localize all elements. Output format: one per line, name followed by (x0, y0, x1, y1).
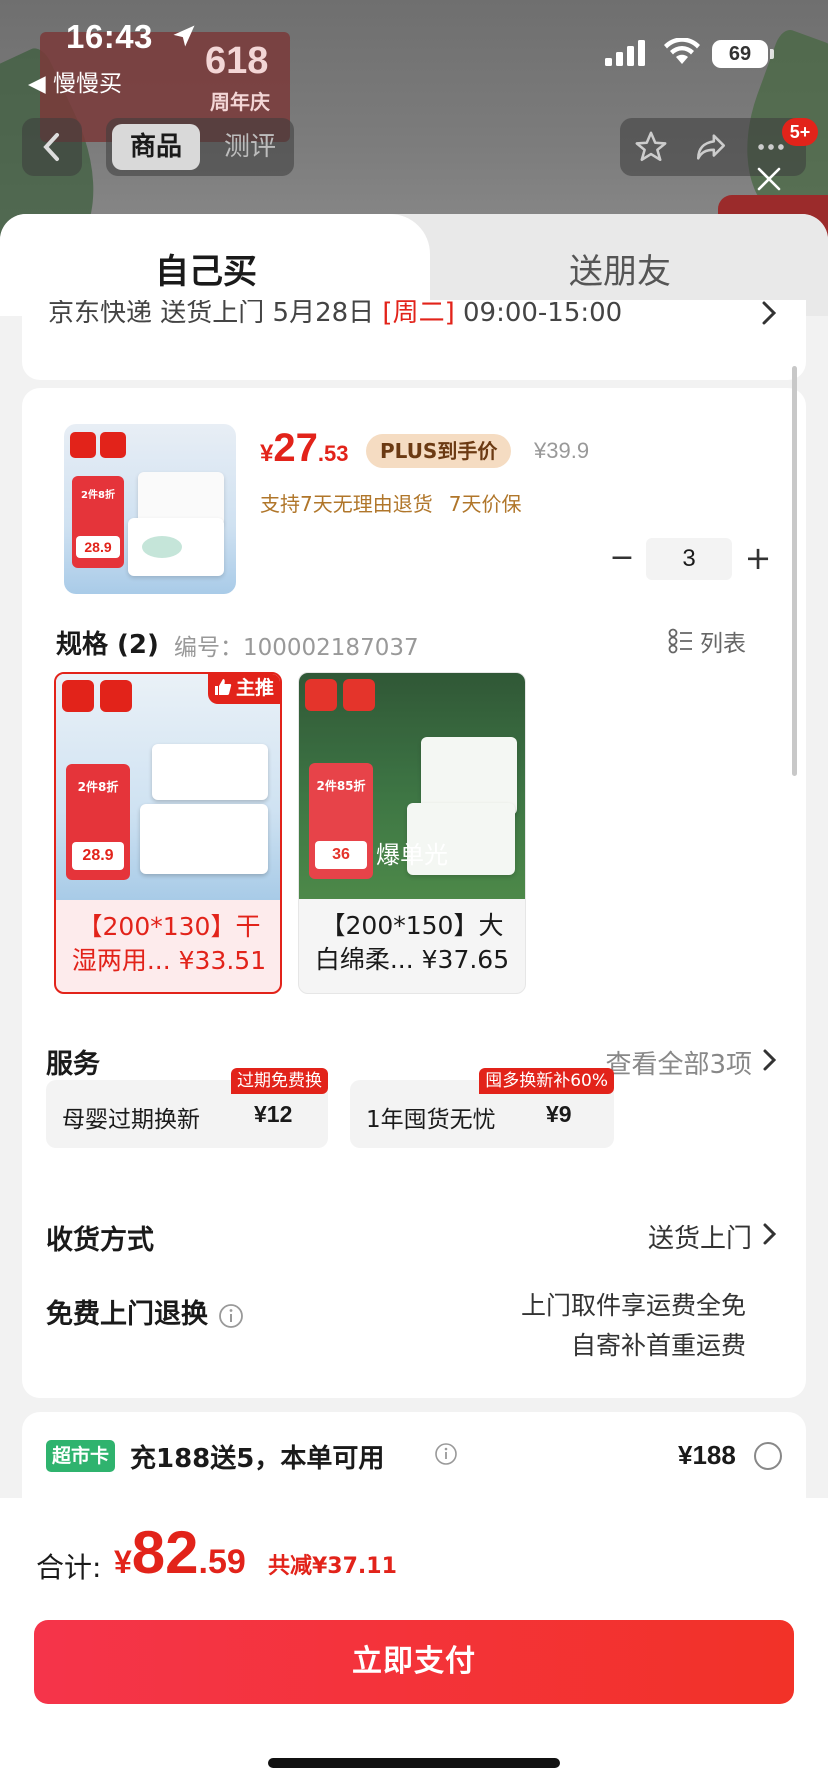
total-price: ¥82.59 (114, 1519, 246, 1586)
delivery-info-row[interactable]: 京东快递 送货上门 5月28日 [周二] 09:00-15:00 (22, 300, 806, 380)
wifi-icon (664, 38, 700, 64)
618-logo-icon (100, 432, 126, 458)
total-label: 合计: (36, 1551, 102, 1584)
brand-logo-icon (62, 680, 94, 712)
sku-soldout-label: 爆单光 (376, 841, 448, 869)
share-icon[interactable] (694, 130, 728, 164)
back-to-app-link[interactable]: ◀ 慢慢买 (28, 64, 122, 98)
promo-price: 28.9 (76, 536, 120, 558)
free-return-line-1: 上门取件享运费全免 (520, 1291, 746, 1320)
list-view-label: 列表 (700, 631, 746, 657)
quantity-input[interactable]: 3 (646, 538, 732, 580)
chevron-right-icon[interactable] (762, 1222, 778, 1246)
plus-price-tag: PLUS到手价 (366, 434, 512, 468)
brand-logo-icon (70, 432, 96, 458)
scrollbar[interactable] (792, 366, 797, 776)
location-arrow-icon (173, 25, 195, 47)
quantity-stepper: − 3 + (602, 538, 792, 580)
list-view-toggle[interactable]: 列表 (668, 624, 746, 657)
tissue-pack (140, 804, 268, 874)
sku-option[interactable]: 2件85折 36 爆单光 【200*150】大白绵柔... ¥37.65 (298, 672, 526, 994)
close-icon[interactable] (756, 166, 782, 192)
brand-logo-sub: 周年庆 (210, 92, 270, 114)
original-price: ¥39.9 (534, 438, 590, 463)
service-promise: 支持7天无理由退货 7天价保 (260, 488, 521, 517)
sku-option[interactable]: 2件8折 28.9 主推 【200*130】干湿两用... ¥33.51 (54, 672, 282, 994)
nav-tab-review[interactable]: 测评 (212, 124, 288, 170)
chevron-left-icon (43, 133, 59, 161)
delivery-day: [周二] (382, 300, 455, 328)
market-card-radio[interactable] (754, 1442, 782, 1470)
sku-name: 【200*130】干湿两用... ¥33.51 (71, 912, 267, 975)
shipping-value[interactable]: 送货上门 (648, 1218, 752, 1255)
total-discount: 共减¥37.11 (268, 1554, 397, 1579)
tab-gift-friend[interactable]: 送朋友 (460, 244, 780, 293)
brand-logo-618: 618 (205, 40, 269, 82)
service-price: ¥12 (254, 1101, 293, 1127)
promise-return: 支持7天无理由退货 (260, 492, 433, 516)
promo-tag: 2件8折 28.9 (66, 764, 130, 880)
free-return-line-2: 自寄补首重运费 (570, 1331, 746, 1360)
delivery-prefix: 京东快递 送货上门 5月28日 (48, 300, 383, 328)
chevron-right-icon (762, 301, 777, 325)
product-price: ¥27.53 (260, 426, 349, 470)
free-return-title: 免费上门退换 (46, 1292, 244, 1331)
service-option[interactable]: 囤多换新补60% 1年囤货无忧 ¥9 (350, 1068, 614, 1148)
spec-code: 编号：100002187037 (174, 635, 419, 661)
nav-back-button[interactable] (22, 118, 82, 176)
signal-icon (605, 40, 645, 66)
info-icon[interactable] (218, 1303, 244, 1329)
free-return-detail: 上门取件享运费全免 自寄补首重运费 (521, 1286, 746, 1366)
recommended-badge: 主推 (207, 674, 280, 704)
shipping-title: 收货方式 (46, 1225, 154, 1256)
chevron-right-icon[interactable] (762, 1048, 778, 1072)
sku-image: 2件8折 28.9 (56, 674, 280, 900)
notification-badge: 5+ (782, 118, 818, 146)
sku-name: 【200*150】大白绵柔... ¥37.65 (314, 911, 510, 974)
tissue-pack (128, 518, 224, 576)
pay-now-button[interactable]: 立即支付 (34, 1620, 794, 1704)
service-option[interactable]: 过期免费换 母婴过期换新 ¥12 (46, 1068, 328, 1148)
tab-self-buy-label: 自己买 (155, 252, 257, 292)
market-card-price: ¥188 (678, 1440, 736, 1470)
sku-image: 2件85折 36 爆单光 (299, 673, 525, 899)
checkout-bar: 合计: ¥82.59 共减¥37.11 立即支付 (0, 1498, 828, 1792)
home-indicator[interactable] (268, 1758, 560, 1768)
battery-nub (770, 49, 774, 59)
spec-title: 规格 (2) (56, 630, 159, 660)
thumbs-up-icon (214, 679, 232, 695)
service-label: 母婴过期换新 (62, 1107, 200, 1133)
status-time: 16:43 (66, 18, 153, 55)
product-card: 2件8折 28.9 ¥27.53 PLUS到手价 ¥39.9 支持7天无理由退货… (22, 388, 806, 1398)
service-tag: 过期免费换 (231, 1068, 328, 1094)
market-card-tag: 超市卡 (46, 1440, 116, 1472)
nav-tab-product[interactable]: 商品 (112, 124, 200, 170)
delivery-text: 京东快递 送货上门 5月28日 [周二] 09:00-15:00 (48, 300, 622, 329)
battery-icon: 69 (712, 40, 768, 68)
info-icon[interactable] (434, 1442, 458, 1466)
service-price: ¥9 (546, 1101, 572, 1127)
service-label: 1年囤货无忧 (366, 1107, 496, 1133)
star-icon[interactable] (634, 130, 668, 164)
services-title: 服务 (46, 1049, 100, 1080)
list-icon (668, 628, 692, 654)
delivery-time: 09:00-15:00 (454, 300, 623, 328)
services-view-all[interactable]: 查看全部3项 (605, 1044, 752, 1081)
promise-price-protect: 7天价保 (448, 492, 522, 516)
product-image[interactable]: 2件8折 28.9 (64, 424, 236, 594)
service-tag: 囤多换新补60% (479, 1068, 614, 1094)
618-logo-icon (100, 680, 132, 712)
quantity-minus-button[interactable]: − (602, 538, 642, 580)
quantity-plus-button[interactable]: + (736, 538, 780, 580)
market-card-text: 充188送5，本单可用 (130, 1444, 385, 1474)
tissue-pack (152, 744, 268, 800)
